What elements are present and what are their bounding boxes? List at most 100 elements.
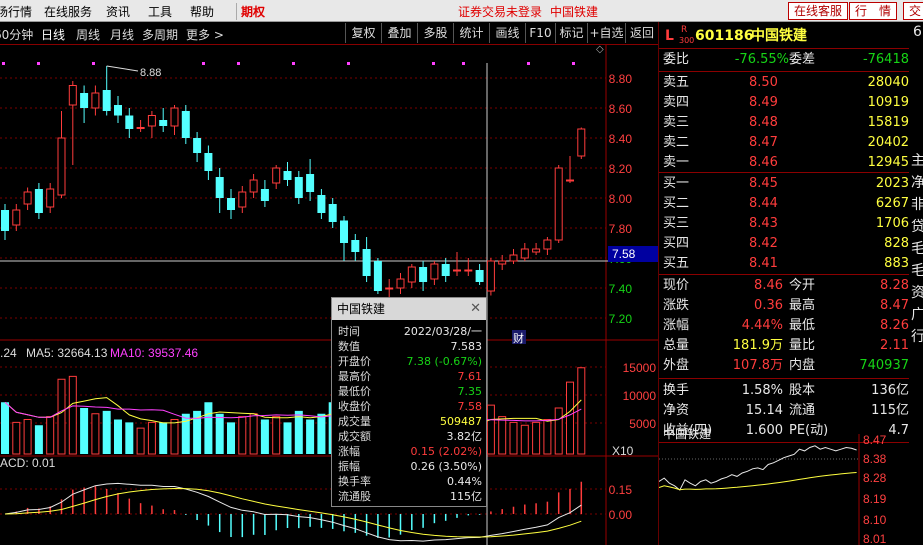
chart-grid: [0, 45, 658, 545]
candle-body: [193, 138, 202, 153]
stat-label: 涨跌: [663, 298, 690, 313]
period-60min[interactable]: 60分钟: [0, 26, 33, 43]
trade-login-notice[interactable]: 证券交易未登录: [458, 3, 542, 20]
candle-body: [114, 105, 122, 116]
candle-body: [272, 167, 281, 184]
kline-chart[interactable]: 8.88 8.80 8.60 8.40 8.20 8.00 7.80 7.60 …: [0, 45, 658, 545]
bid-volume: 883: [884, 256, 909, 271]
period-monthly[interactable]: 月线: [110, 26, 134, 43]
finance-marker[interactable]: 财: [513, 331, 524, 345]
price-tick: 7.80: [609, 222, 633, 236]
stats-button[interactable]: 统计: [453, 23, 489, 43]
ask-row[interactable]: 卖一 8.46 12945: [659, 153, 909, 173]
candle-body: [373, 261, 382, 291]
price-tick: 8.20: [609, 162, 633, 176]
candle-body: [509, 254, 518, 262]
candle-body: [566, 179, 574, 182]
diamond-icon[interactable]: ◇: [596, 45, 604, 55]
f10-button[interactable]: F10: [525, 23, 555, 43]
candle-body: [181, 111, 190, 138]
overlay-button[interactable]: 叠加: [381, 23, 417, 43]
popup-row: 流通股 115亿: [332, 489, 486, 504]
stat-row: 现价 8.46 今开 8.28: [659, 276, 909, 296]
volume-bar: [68, 375, 77, 455]
ask-row[interactable]: 卖三 8.48 15819: [659, 113, 909, 133]
ask-row[interactable]: 卖四 8.49 10919: [659, 93, 909, 113]
price-tick: 8.40: [609, 132, 633, 146]
volume-bar: [260, 419, 269, 454]
add-watchlist-button[interactable]: +自选: [587, 23, 625, 43]
candle-body: [204, 153, 213, 171]
vol-tick: 15000: [623, 361, 657, 375]
menu-item-help[interactable]: 帮助: [190, 3, 214, 20]
period-weekly[interactable]: 周线: [76, 26, 100, 43]
bid-row[interactable]: 买一 8.45 2023: [659, 174, 909, 194]
back-button[interactable]: 返回: [625, 23, 658, 43]
vol-tick: 10000: [623, 389, 657, 403]
vol-ma-label: .24: [0, 346, 17, 360]
stat-value: 8.26: [880, 318, 909, 333]
stat-label: 流通: [789, 403, 816, 418]
online-service-button[interactable]: 在线客服: [788, 2, 849, 20]
mini-tick: 8.01: [863, 532, 887, 545]
popup-key: 最低价: [338, 385, 371, 398]
quote-button[interactable]: 行 情: [849, 2, 898, 20]
l-label[interactable]: L: [665, 26, 674, 46]
adjust-button[interactable]: 复权: [345, 23, 381, 43]
bid-price: 8.43: [749, 216, 778, 231]
edge-label: 主: [911, 153, 923, 169]
menu-item-news[interactable]: 资讯: [106, 3, 130, 20]
mark-button[interactable]: 标记: [555, 23, 587, 43]
candle-body: [430, 263, 439, 280]
bid-row[interactable]: 买三 8.43 1706: [659, 214, 909, 234]
volume-bar: [227, 422, 235, 454]
ask-row[interactable]: 卖二 8.47 20402: [659, 133, 909, 153]
ask-row[interactable]: 卖五 8.50 28040: [659, 73, 909, 93]
volume-bar: [554, 407, 563, 455]
period-daily[interactable]: 日线: [41, 26, 65, 43]
ask-label: 卖五: [663, 75, 690, 90]
stat-label: 股本: [789, 383, 816, 398]
volume-bar: [249, 413, 258, 455]
multi-stock-button[interactable]: 多股: [417, 23, 453, 43]
event-marker: [92, 62, 95, 65]
menu-item-options[interactable]: 期权: [236, 3, 265, 20]
popup-row: 换手率 0.44%: [332, 474, 486, 489]
popup-row: 最低价 7.35: [332, 384, 486, 399]
stat-label: 现价: [663, 278, 690, 293]
edge-label: 资: [911, 285, 923, 301]
price-tick: 8.00: [609, 192, 633, 206]
candle-body: [91, 92, 100, 109]
stat-label: 内盘: [789, 358, 816, 373]
period-more[interactable]: 更多 >: [186, 26, 224, 43]
popup-value: 7.583: [450, 340, 483, 353]
close-icon[interactable]: ✕: [470, 301, 481, 316]
candle-body: [328, 204, 337, 222]
stat-value: 181.9万: [732, 338, 783, 353]
ask-price: 8.48: [749, 115, 778, 130]
stock-code: 601186: [695, 28, 754, 44]
popup-key: 开盘价: [338, 355, 371, 368]
menu-item-market[interactable]: 场行情: [0, 3, 32, 20]
stat-row: 涨幅 4.44% 最低 8.26: [659, 316, 909, 336]
volume-bar: [283, 422, 292, 454]
ask-volume: 28040: [867, 75, 909, 90]
intraday-mini-chart[interactable]: 8.47 8.38 8.28 8.19 8.10 8.01: [659, 434, 923, 545]
mini-tick: 8.10: [863, 513, 887, 527]
candle-body: [464, 269, 473, 272]
period-multi[interactable]: 多周期: [142, 26, 178, 43]
stat-value: 740937: [859, 358, 909, 373]
trade-button[interactable]: 交: [903, 2, 923, 20]
price-tick: 7.40: [609, 282, 633, 296]
event-marker: [202, 62, 205, 65]
stat-value: 115亿: [871, 403, 909, 418]
menu-item-tools[interactable]: 工具: [148, 3, 172, 20]
bid-row[interactable]: 买五 8.41 883: [659, 254, 909, 274]
ask-price: 8.47: [749, 135, 778, 150]
menu-item-online-service[interactable]: 在线服务: [44, 3, 92, 20]
draw-line-button[interactable]: 画线: [489, 23, 525, 43]
volume-bar: [80, 408, 89, 454]
bid-row[interactable]: 买二 8.44 6267: [659, 194, 909, 214]
bid-row[interactable]: 买四 8.42 828: [659, 234, 909, 254]
stat-row: 净资 15.14 流通 115亿: [659, 401, 909, 421]
